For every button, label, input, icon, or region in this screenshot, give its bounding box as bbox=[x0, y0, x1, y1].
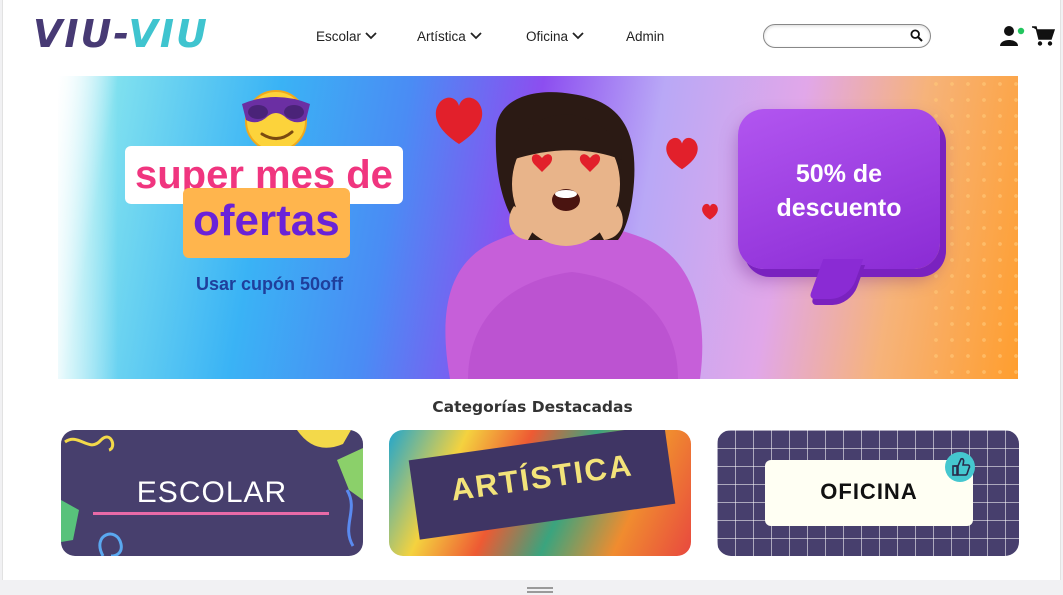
cart-icon[interactable] bbox=[1031, 25, 1055, 47]
discount-bubble: 50% de descuento bbox=[738, 109, 940, 299]
search-input[interactable] bbox=[774, 27, 904, 45]
user-icon[interactable] bbox=[999, 25, 1025, 47]
category-label-oficina: OFICINA bbox=[820, 479, 918, 504]
dots-pattern bbox=[928, 76, 1018, 379]
nav-artistica-label: Artística bbox=[417, 28, 466, 44]
logo-part-2: VIU bbox=[128, 12, 209, 56]
logo[interactable]: VIU-VIU bbox=[33, 12, 209, 56]
bubble-line1: 50% de bbox=[795, 160, 883, 188]
thumbs-up-badge bbox=[945, 452, 975, 482]
nav-oficina-label: Oficina bbox=[526, 28, 569, 44]
category-card-escolar[interactable]: ESCOLAR bbox=[61, 430, 363, 556]
search-icon[interactable] bbox=[910, 29, 923, 42]
bubble-line2: descuento bbox=[776, 194, 902, 222]
chevron-down-icon bbox=[470, 32, 482, 40]
character-illustration bbox=[445, 92, 703, 379]
nav-admin[interactable]: Admin bbox=[626, 26, 664, 46]
category-card-oficina[interactable]: OFICINA bbox=[717, 430, 1019, 556]
chevron-down-icon bbox=[572, 32, 584, 40]
header: VIU-VIU Escolar Artística Oficina Admin bbox=[3, 0, 1062, 72]
thumbs-up-icon bbox=[952, 457, 971, 476]
user-status-dot bbox=[1017, 27, 1025, 35]
promo-banner[interactable]: super mes de ofertas Usar cupón 50off 50… bbox=[58, 76, 1018, 379]
search-box bbox=[763, 24, 931, 48]
featured-categories-title: Categorías Destacadas bbox=[432, 398, 633, 416]
chevron-down-icon bbox=[365, 32, 377, 40]
coupon-text: Usar cupón 50off bbox=[196, 274, 344, 294]
sunglasses-emoji-icon bbox=[242, 90, 310, 152]
nav-escolar[interactable]: Escolar bbox=[316, 26, 377, 46]
nav-admin-label: Admin bbox=[626, 28, 665, 44]
page: VIU-VIU Escolar Artística Oficina Admin bbox=[2, 0, 1061, 580]
logo-part-1: VIU- bbox=[33, 12, 129, 56]
nav-oficina[interactable]: Oficina bbox=[526, 26, 584, 46]
nav-artistica[interactable]: Artística bbox=[417, 26, 482, 46]
resize-handle[interactable] bbox=[527, 587, 553, 593]
nav-escolar-label: Escolar bbox=[316, 28, 362, 44]
banner-headline-line2: ofertas bbox=[183, 188, 350, 258]
category-label-escolar: ESCOLAR bbox=[136, 476, 288, 509]
category-card-artistica[interactable]: ARTÍSTICA bbox=[389, 430, 691, 556]
